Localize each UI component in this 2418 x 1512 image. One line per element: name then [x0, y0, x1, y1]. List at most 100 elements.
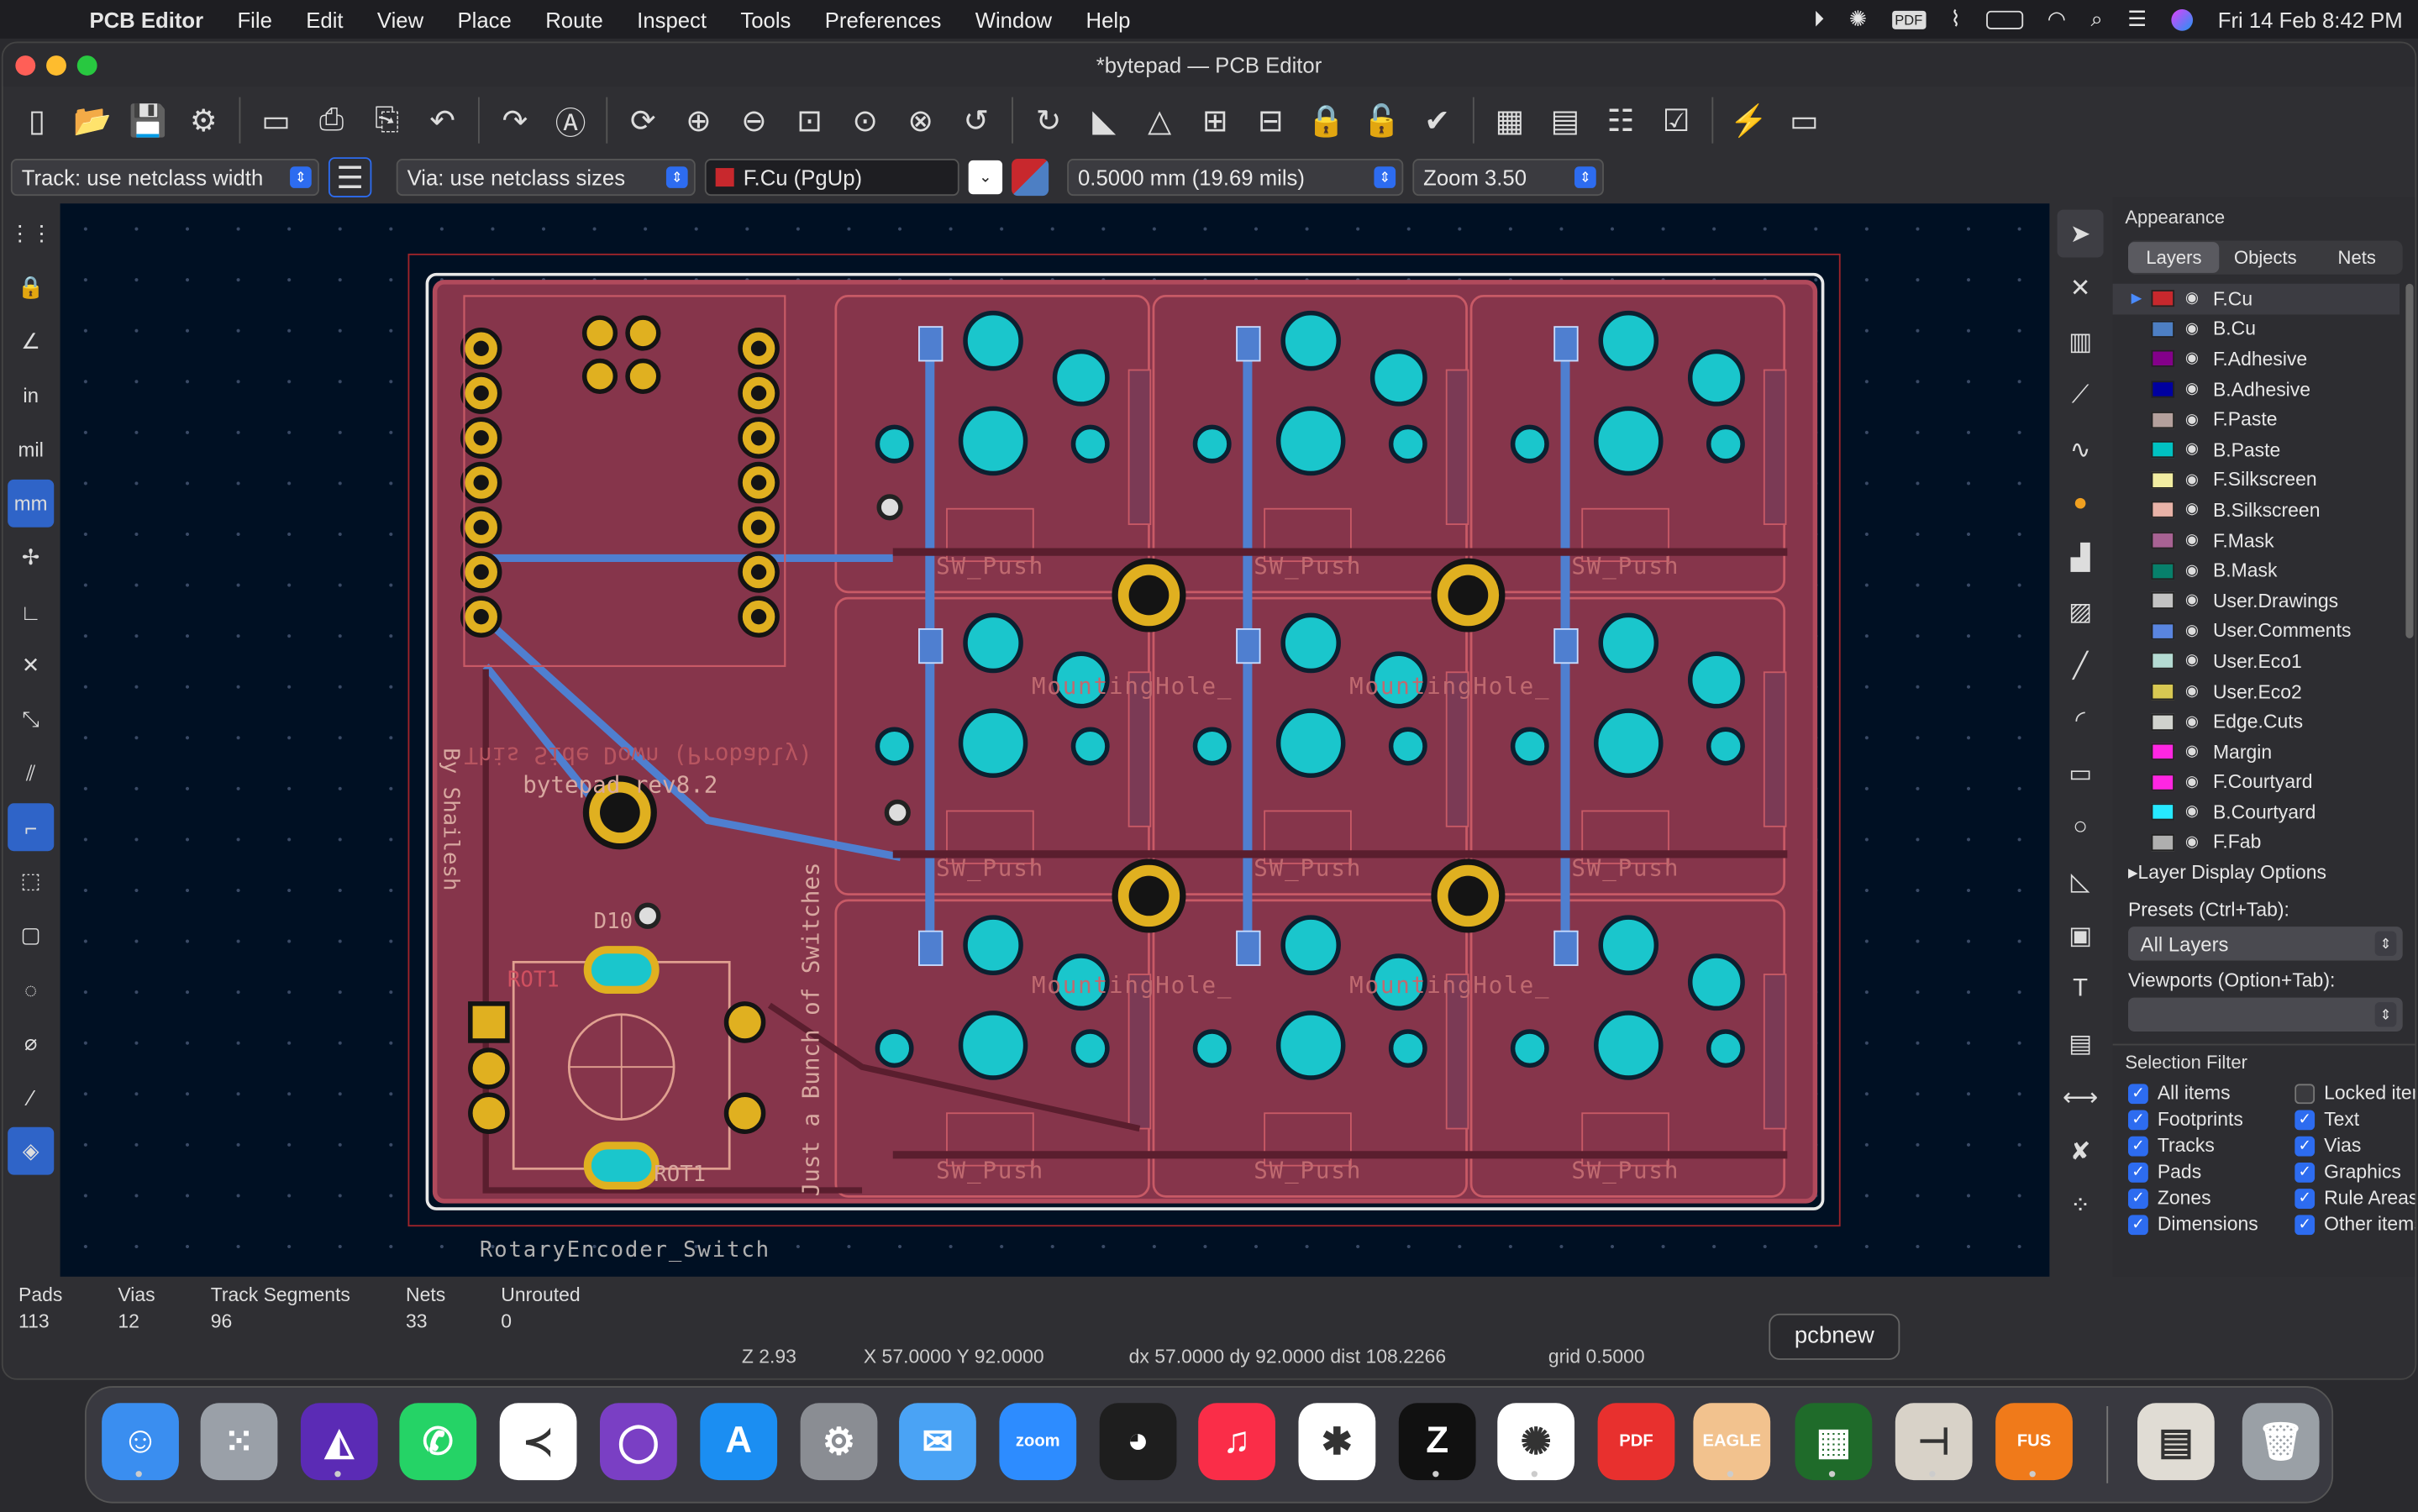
- grid-toggle-icon[interactable]: ⋮⋮: [8, 210, 54, 258]
- zoom-icon[interactable]: zoom: [999, 1403, 1077, 1481]
- track-width-select[interactable]: Track: use netclass width ⇕: [10, 159, 319, 197]
- spotlight-search-icon[interactable]: ⌕: [2091, 6, 2103, 32]
- layer-row-b-cu[interactable]: ◉ B.Cu: [2113, 314, 2400, 344]
- pdf-expert-icon[interactable]: PDF: [1597, 1403, 1675, 1481]
- layer-select[interactable]: F.Cu (PgUp): [704, 159, 959, 197]
- trash-icon[interactable]: 🗑: [2242, 1403, 2320, 1481]
- visibility-eye-icon[interactable]: ◉: [2185, 351, 2207, 368]
- chatgpt-icon[interactable]: ✺: [1497, 1403, 1575, 1481]
- save-icon[interactable]: 💾: [124, 96, 173, 145]
- mirror-icon[interactable]: △: [1135, 96, 1185, 145]
- visibility-eye-icon[interactable]: ◉: [2185, 774, 2207, 790]
- update-pcb-icon[interactable]: ☑: [1652, 96, 1701, 145]
- zoom-selection-icon[interactable]: ⊗: [896, 96, 945, 145]
- zoom-in-icon[interactable]: ⊕: [674, 96, 723, 145]
- mounting-hole-label[interactable]: MountingHole_: [1349, 971, 1550, 999]
- page-settings-icon[interactable]: ▭: [251, 96, 301, 145]
- draw-arc-icon[interactable]: ◜: [2058, 696, 2104, 743]
- switch-label[interactable]: SW_Push: [1254, 1157, 1362, 1184]
- visibility-eye-icon[interactable]: ◉: [2185, 834, 2207, 851]
- via-size-select[interactable]: Via: use netclass sizes ⇕: [396, 159, 696, 197]
- fusion-icon[interactable]: FUS: [1995, 1403, 2073, 1481]
- figma-icon[interactable]: ◕: [1099, 1403, 1177, 1481]
- checkbox[interactable]: ✓: [2294, 1188, 2315, 1209]
- plot-icon[interactable]: ⎘: [362, 96, 412, 145]
- mail-icon[interactable]: ✉: [899, 1403, 976, 1481]
- units-mil-icon[interactable]: mil: [8, 426, 54, 474]
- menu-inspect[interactable]: Inspect: [637, 7, 707, 31]
- checkbox[interactable]: [2294, 1083, 2315, 1104]
- visibility-eye-icon[interactable]: ◉: [2185, 683, 2207, 700]
- zone-fill-icon[interactable]: ⬚: [8, 858, 54, 906]
- auto-track-width-icon[interactable]: ☰: [328, 157, 372, 197]
- layer-color-swatch[interactable]: [2151, 683, 2175, 701]
- angle-snap-icon[interactable]: ∟: [8, 587, 54, 635]
- siri-icon[interactable]: [2171, 8, 2194, 30]
- visibility-eye-icon[interactable]: ◉: [2185, 381, 2207, 398]
- scripting-console-icon[interactable]: ▭: [1779, 96, 1829, 145]
- flip-icon[interactable]: ◣: [1080, 96, 1129, 145]
- switch-label[interactable]: SW_Push: [1254, 552, 1362, 580]
- visibility-eye-icon[interactable]: ◉: [2185, 622, 2207, 639]
- finder-icon[interactable]: ☺: [102, 1403, 179, 1481]
- filter-locked-items[interactable]: Locked items: [2294, 1083, 2415, 1105]
- add-footprint-icon[interactable]: ▥: [2058, 318, 2104, 365]
- zoom-out-icon[interactable]: ⊖: [729, 96, 779, 145]
- ungroup-icon[interactable]: ⊟: [1246, 96, 1296, 145]
- affinity-icon[interactable]: ◭: [300, 1403, 378, 1481]
- select-icon[interactable]: ➤: [2057, 209, 2104, 258]
- checkbox[interactable]: ✓: [2127, 1110, 2148, 1131]
- tab-nets[interactable]: Nets: [2311, 247, 2403, 269]
- pad-outline-icon[interactable]: ◌: [8, 965, 54, 1013]
- layer-color-swatch[interactable]: [2151, 290, 2175, 307]
- switch-label[interactable]: SW_Push: [936, 1157, 1044, 1184]
- layer-color-swatch[interactable]: [2151, 320, 2175, 338]
- filter-pads[interactable]: ✓ Pads: [2127, 1162, 2294, 1183]
- layer-row-b-paste[interactable]: ◉ B.Paste: [2113, 435, 2400, 465]
- clock[interactable]: Fri 14 Feb 8:42 PM: [2218, 7, 2403, 31]
- title-bar[interactable]: *bytepad — PCB Editor: [3, 43, 2415, 87]
- menu-tools[interactable]: Tools: [740, 7, 791, 31]
- layer-color-swatch[interactable]: [2151, 713, 2175, 731]
- rotate-ccw-icon[interactable]: ↺: [952, 96, 1001, 145]
- screen-record-icon[interactable]: ⏵: [1813, 6, 1824, 32]
- redo-icon[interactable]: ↷: [491, 96, 540, 145]
- netlist-icon[interactable]: ☷: [1596, 96, 1646, 145]
- layer-row-user-eco1[interactable]: ◉ User.Eco1: [2113, 646, 2400, 676]
- slack-icon[interactable]: ✱: [1298, 1403, 1376, 1481]
- pcb-canvas[interactable]: This Side Down (Probably) bytepad rev8.2…: [60, 203, 2050, 1277]
- layer-row-margin[interactable]: ◉ Margin: [2113, 737, 2400, 767]
- kicad-pcb-icon[interactable]: ▦: [1795, 1403, 1873, 1481]
- layer-row-f-fab[interactable]: ◉ F.Fab: [2113, 827, 2400, 858]
- github-desktop-icon[interactable]: ◯: [600, 1403, 677, 1481]
- menu-file[interactable]: File: [237, 7, 271, 31]
- mounting-hole-label[interactable]: MountingHole_: [1032, 971, 1233, 999]
- menu-help[interactable]: Help: [1086, 7, 1131, 31]
- board-text-switches[interactable]: Just a Bunch of Switches: [797, 842, 825, 1197]
- cursor-shape-icon[interactable]: ✢: [8, 533, 54, 581]
- filter-text[interactable]: ✓ Text: [2294, 1109, 2415, 1131]
- visibility-eye-icon[interactable]: ◉: [2185, 804, 2207, 821]
- filter-graphics[interactable]: ✓ Graphics: [2294, 1162, 2415, 1183]
- layer-row-user-comments[interactable]: ◉ User.Comments: [2113, 616, 2400, 646]
- add-rule-area-icon[interactable]: ▨: [2058, 587, 2104, 635]
- print-icon[interactable]: ⎙: [307, 96, 356, 145]
- layer-display-options[interactable]: ▸Layer Display Options: [2113, 858, 2415, 887]
- layer-color-swatch[interactable]: [2151, 532, 2175, 549]
- filter-rule-areas[interactable]: ✓ Rule Areas: [2294, 1188, 2415, 1210]
- visibility-eye-icon[interactable]: ◉: [2185, 592, 2207, 609]
- tab-objects[interactable]: Objects: [2220, 247, 2311, 269]
- wifi-icon[interactable]: ◠: [2047, 6, 2066, 32]
- mounting-hole-label[interactable]: MountingHole_: [1349, 672, 1550, 700]
- layer-color-swatch[interactable]: [2151, 622, 2175, 640]
- footprint-editor-icon[interactable]: ▦: [1485, 96, 1535, 145]
- route-track-icon[interactable]: ⟋: [2058, 371, 2104, 419]
- checkbox[interactable]: ✓: [2127, 1188, 2148, 1209]
- filter-other-items[interactable]: ✓ Other items: [2294, 1214, 2415, 1236]
- layer-color-swatch[interactable]: [2151, 833, 2175, 852]
- zed-icon[interactable]: Z: [1398, 1403, 1476, 1481]
- visibility-eye-icon[interactable]: ◉: [2185, 501, 2207, 518]
- filter-zones[interactable]: ✓ Zones: [2127, 1188, 2294, 1210]
- filter-dimensions[interactable]: ✓ Dimensions: [2127, 1214, 2294, 1236]
- checkbox[interactable]: ✓: [2294, 1214, 2315, 1235]
